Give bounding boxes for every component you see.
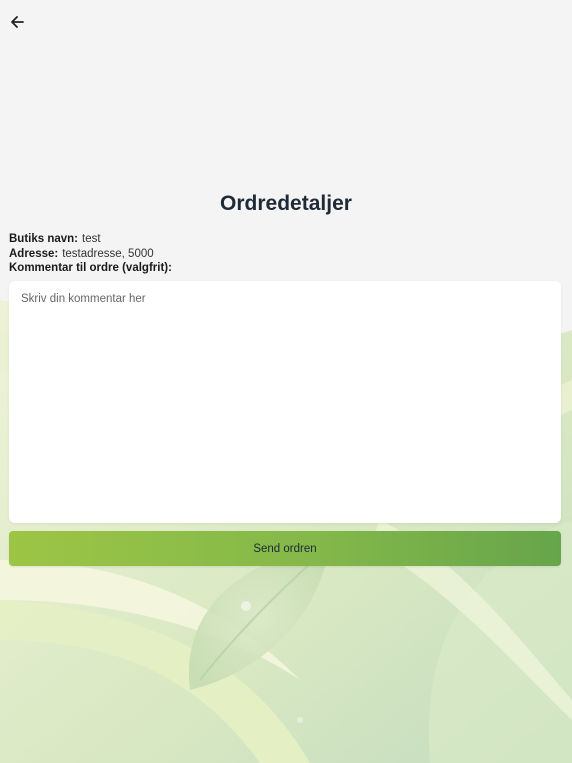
shop-name-row: Butiks navn: test — [9, 232, 172, 247]
shop-name-value: test — [82, 233, 101, 245]
arrow-left-icon — [11, 16, 24, 28]
order-details: Butiks navn: test Adresse: testadresse, 50… — [9, 232, 172, 276]
send-order-button[interactable]: Send ordren — [9, 531, 561, 566]
comment-label-row: Kommentar til ordre (valgfrit): — [9, 261, 172, 276]
back-button[interactable] — [6, 11, 28, 33]
address-value: testadresse, 5000 — [62, 247, 154, 260]
page-title: Ordredetaljer — [220, 192, 352, 215]
comment-label: Kommentar til ordre (valgfrit): — [9, 262, 172, 274]
address-label: Adresse: — [9, 247, 59, 260]
comment-textarea[interactable] — [21, 293, 549, 511]
address-row: Adresse: testadresse, 5000 — [9, 247, 172, 262]
shop-name-label: Butiks navn: — [9, 233, 79, 245]
comment-box — [9, 281, 561, 523]
